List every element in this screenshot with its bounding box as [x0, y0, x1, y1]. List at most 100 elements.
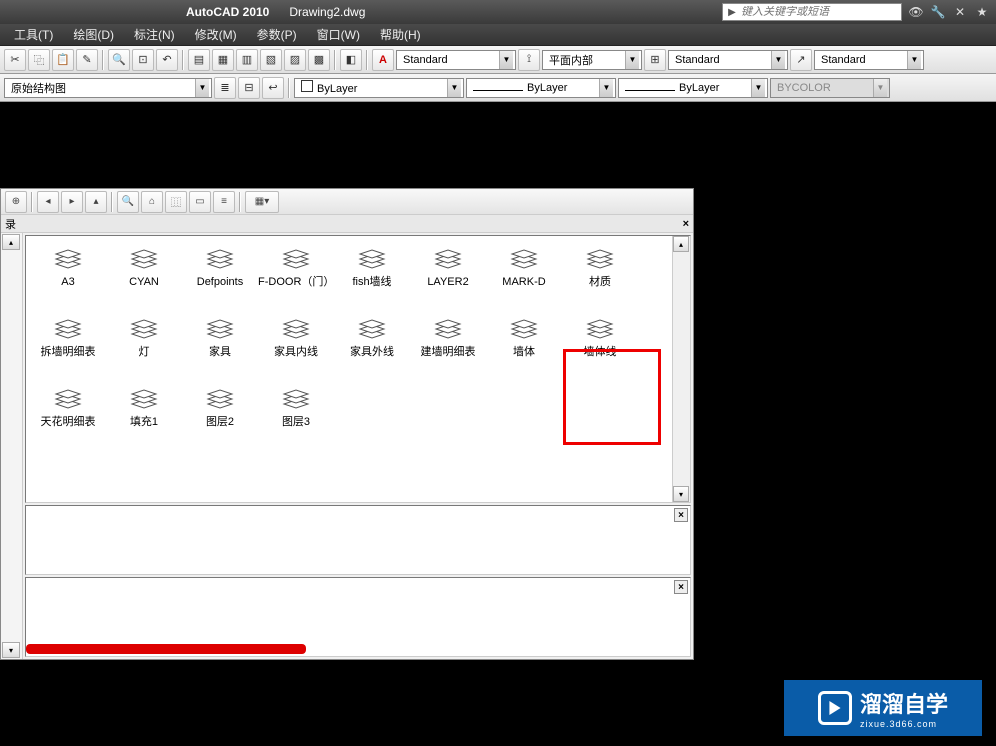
chevron-down-icon[interactable]: ▼ — [907, 51, 921, 69]
layer-state-icon[interactable]: ≣ — [214, 77, 236, 99]
menu-window[interactable]: 窗口(W) — [307, 26, 370, 43]
layer-label: 材质 — [589, 276, 611, 288]
chevron-down-icon[interactable]: ▼ — [625, 51, 639, 69]
properties-icon[interactable]: ◧ — [340, 49, 362, 71]
layer-item[interactable]: A3 — [30, 246, 106, 316]
menu-help[interactable]: 帮助(H) — [370, 26, 431, 43]
layer-item[interactable]: 图层2 — [182, 386, 258, 456]
close-icon[interactable]: × — [674, 580, 688, 594]
layer-combo[interactable]: 原始结构图 ▼ — [4, 78, 212, 98]
chevron-down-icon[interactable]: ▼ — [599, 79, 613, 97]
home-icon[interactable]: ⌂ — [141, 191, 163, 213]
text-style-icon[interactable]: A — [372, 49, 394, 71]
chevron-down-icon[interactable]: ▼ — [771, 51, 785, 69]
markup-icon[interactable]: ▨ — [284, 49, 306, 71]
color-combo[interactable]: ByLayer ▼ — [294, 78, 464, 98]
tool-palette-icon[interactable]: ▥ — [236, 49, 258, 71]
layer-props-icon[interactable]: ▤ — [188, 49, 210, 71]
layer-item[interactable]: CYAN — [106, 246, 182, 316]
table-style-icon[interactable]: ⊞ — [644, 49, 666, 71]
menu-modify[interactable]: 修改(M) — [185, 26, 247, 43]
search-input[interactable] — [741, 6, 891, 18]
layer-item[interactable]: 墙体线 — [562, 316, 638, 386]
design-center-icon[interactable]: ▦ — [212, 49, 234, 71]
chevron-down-icon[interactable]: ▼ — [751, 79, 765, 97]
sheet-set-icon[interactable]: ▧ — [260, 49, 282, 71]
layer-item[interactable]: 建墙明细表 — [410, 316, 486, 386]
back-icon[interactable]: ◂ — [37, 191, 59, 213]
copy-icon[interactable]: ⿻ — [28, 49, 50, 71]
layer-item[interactable]: MARK-D — [486, 246, 562, 316]
dim-style-icon[interactable]: ⟟ — [518, 49, 540, 71]
lineweight-combo[interactable]: ByLayer ▼ — [618, 78, 768, 98]
comm-icon[interactable]: ✕ — [952, 4, 968, 20]
load-icon[interactable]: ⊕ — [5, 191, 27, 213]
layer-item[interactable]: 墙体 — [486, 316, 562, 386]
infocenter-icon[interactable]: 🔧 — [930, 4, 946, 20]
layer-item[interactable]: 家具内线 — [258, 316, 334, 386]
menu-tools[interactable]: 工具(T) — [4, 26, 63, 43]
chevron-down-icon: ▼ — [873, 79, 887, 97]
zoom-window-icon[interactable]: ⊡ — [132, 49, 154, 71]
scroll-up-icon[interactable]: ▴ — [2, 234, 20, 250]
watermark-sub: zixue.3d66.com — [860, 719, 948, 729]
layer-iso-icon[interactable]: ⊟ — [238, 77, 260, 99]
chevron-down-icon[interactable]: ▼ — [195, 79, 209, 97]
paste-icon[interactable]: 📋 — [52, 49, 74, 71]
chevron-down-icon[interactable]: ▼ — [499, 51, 513, 69]
layers-icon — [584, 316, 616, 342]
layer-item[interactable]: 家具外线 — [334, 316, 410, 386]
mleader-style-icon[interactable]: ↗ — [790, 49, 812, 71]
scroll-down-icon[interactable]: ▾ — [673, 486, 689, 502]
dim-style-combo[interactable]: 平面内部 ▼ — [542, 50, 642, 70]
preview-pane: × — [25, 505, 691, 575]
cut-icon[interactable]: ✂ — [4, 49, 26, 71]
forward-icon[interactable]: ▸ — [61, 191, 83, 213]
zoom-prev-icon[interactable]: ↶ — [156, 49, 178, 71]
layer-item[interactable]: fish墙线 — [334, 246, 410, 316]
close-icon[interactable]: × — [674, 508, 688, 522]
calc-icon[interactable]: ▩ — [308, 49, 330, 71]
layer-grid[interactable]: A3 CYAN Defpoints F-DOOR（门） fish墙线 LAYER… — [26, 236, 672, 502]
menu-dim[interactable]: 标注(N) — [124, 26, 185, 43]
text-style-combo[interactable]: Standard ▼ — [396, 50, 516, 70]
layer-label: fish墙线 — [352, 276, 391, 288]
layer-item[interactable]: Defpoints — [182, 246, 258, 316]
preview-icon[interactable]: ▭ — [189, 191, 211, 213]
scroll-up-icon[interactable]: ▴ — [673, 236, 689, 252]
description-pane: × — [25, 577, 691, 657]
layer-item[interactable]: 灯 — [106, 316, 182, 386]
search-panel-icon[interactable]: 🔍 — [117, 191, 139, 213]
favorite-icon[interactable]: ★ — [974, 4, 990, 20]
scroll-down-icon[interactable]: ▾ — [2, 642, 20, 658]
layer-item[interactable]: 天花明细表 — [30, 386, 106, 456]
chevron-down-icon[interactable]: ▼ — [447, 79, 461, 97]
layer-item[interactable]: 图层3 — [258, 386, 334, 456]
table-style-combo[interactable]: Standard ▼ — [668, 50, 788, 70]
layers-icon — [280, 316, 312, 342]
views-icon[interactable]: ▦▾ — [245, 191, 279, 213]
layers-icon — [356, 246, 388, 272]
menu-draw[interactable]: 绘图(D) — [63, 26, 124, 43]
zoom-icon[interactable]: 🔍 — [108, 49, 130, 71]
layer-prev-icon[interactable]: ↩ — [262, 77, 284, 99]
layer-item[interactable]: 家具 — [182, 316, 258, 386]
mleader-style-combo[interactable]: Standard ▼ — [814, 50, 924, 70]
match-icon[interactable]: ✎ — [76, 49, 98, 71]
binoculars-icon[interactable]: 👁 — [908, 4, 924, 20]
up-icon[interactable]: ▴ — [85, 191, 107, 213]
layer-item[interactable]: F-DOOR（门） — [258, 246, 334, 316]
close-icon[interactable]: × — [683, 218, 689, 230]
layer-item[interactable]: 材质 — [562, 246, 638, 316]
desc-icon[interactable]: ≡ — [213, 191, 235, 213]
tree-icon[interactable]: ⿲ — [165, 191, 187, 213]
layer-item[interactable]: 拆墙明细表 — [30, 316, 106, 386]
layer-item[interactable]: LAYER2 — [410, 246, 486, 316]
layer-item[interactable]: 填充1 — [106, 386, 182, 456]
search-box[interactable]: ▶ — [722, 3, 902, 21]
linetype-combo[interactable]: ByLayer ▼ — [466, 78, 616, 98]
menu-param[interactable]: 参数(P) — [247, 26, 307, 43]
grid-scrollbar[interactable]: ▴ ▾ — [672, 236, 690, 502]
layers-icon — [204, 386, 236, 412]
toolbar-row-1: ✂ ⿻ 📋 ✎ 🔍 ⊡ ↶ ▤ ▦ ▥ ▧ ▨ ▩ ◧ A Standard ▼… — [0, 46, 996, 74]
